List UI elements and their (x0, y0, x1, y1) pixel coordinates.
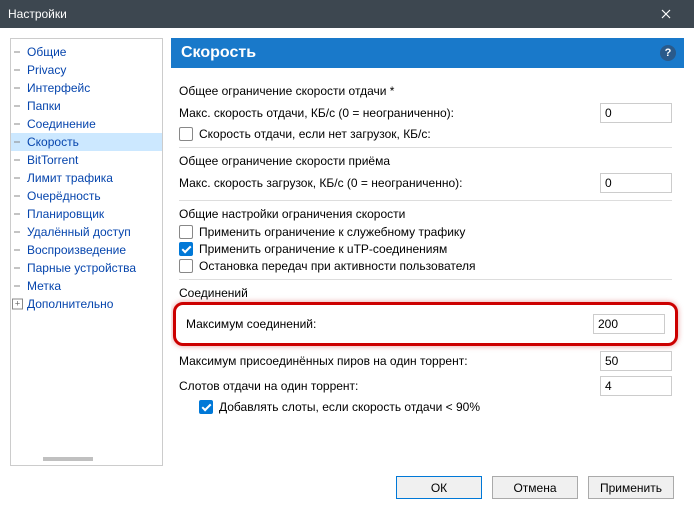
sidebar-scrollbar[interactable] (43, 457, 93, 461)
slots-label: Слотов отдачи на один торрент: (179, 379, 600, 393)
ratesec-heading: Общие настройки ограничения скорости (179, 207, 672, 221)
utp-checkbox[interactable] (179, 242, 193, 256)
max-peers-input[interactable] (600, 351, 672, 371)
overhead-label: Применить ограничение к служебному трафи… (199, 225, 465, 239)
upload-heading: Общее ограничение скорости отдачи * (179, 84, 672, 98)
upload-alt-checkbox[interactable] (179, 127, 193, 141)
upload-rate-label: Макс. скорость отдачи, КБ/с (0 = неогран… (179, 106, 600, 120)
conn-heading: Соединений (179, 286, 672, 300)
nav-item-interface[interactable]: Интерфейс (11, 79, 162, 97)
pause-checkbox[interactable] (179, 259, 193, 273)
nav-item-folders[interactable]: Папки (11, 97, 162, 115)
nav-item-traffic-limit[interactable]: Лимит трафика (11, 169, 162, 187)
separator (179, 200, 672, 201)
separator (179, 279, 672, 280)
max-conn-label: Максимум соединений: (186, 317, 593, 331)
download-rate-input[interactable] (600, 173, 672, 193)
nav-item-speed[interactable]: Скорость (11, 133, 162, 151)
slots-input[interactable] (600, 376, 672, 396)
nav-item-scheduler[interactable]: Планировщик (11, 205, 162, 223)
nav-item-playback[interactable]: Воспроизведение (11, 241, 162, 259)
nav-item-privacy[interactable]: Privacy (11, 61, 162, 79)
section-title-text: Скорость (181, 44, 256, 61)
max-peers-label: Максимум присоединённых пиров на один то… (179, 354, 600, 368)
titlebar: Настройки (0, 0, 694, 28)
close-icon (661, 9, 671, 19)
highlighted-row: Максимум соединений: (173, 302, 678, 346)
ok-button[interactable]: ОК (396, 476, 482, 499)
close-button[interactable] (646, 0, 686, 28)
nav-item-queue[interactable]: Очерёдность (11, 187, 162, 205)
dialog-buttons: ОК Отмена Применить (0, 466, 694, 511)
nav-sidebar[interactable]: Общие Privacy Интерфейс Папки Соединение… (10, 38, 163, 466)
utp-label: Применить ограничение к uTP-соединениям (199, 242, 447, 256)
nav-item-general[interactable]: Общие (11, 43, 162, 61)
section-title: Скорость ? (171, 38, 684, 68)
pause-label: Остановка передач при активности пользов… (199, 259, 476, 273)
upload-rate-input[interactable] (600, 103, 672, 123)
window-title: Настройки (8, 7, 646, 21)
download-heading: Общее ограничение скорости приёма (179, 154, 672, 168)
addslots-checkbox[interactable] (199, 400, 213, 414)
max-conn-input[interactable] (593, 314, 665, 334)
nav-item-paired-devices[interactable]: Парные устройства (11, 259, 162, 277)
content-panel: Скорость ? Общее ограничение скорости от… (171, 38, 684, 466)
apply-button[interactable]: Применить (588, 476, 674, 499)
nav-item-bittorrent[interactable]: BitTorrent (11, 151, 162, 169)
nav-item-remote[interactable]: Удалённый доступ (11, 223, 162, 241)
addslots-label: Добавлять слоты, если скорость отдачи < … (219, 400, 480, 414)
download-rate-label: Макс. скорость загрузок, КБ/с (0 = неогр… (179, 176, 600, 190)
cancel-button[interactable]: Отмена (492, 476, 578, 499)
separator (179, 147, 672, 148)
nav-item-advanced[interactable]: Дополнительно (11, 295, 162, 313)
nav-item-connection[interactable]: Соединение (11, 115, 162, 133)
help-icon[interactable]: ? (660, 45, 676, 61)
upload-alt-label: Скорость отдачи, если нет загрузок, КБ/с… (199, 127, 431, 141)
nav-item-label[interactable]: Метка (11, 277, 162, 295)
overhead-checkbox[interactable] (179, 225, 193, 239)
